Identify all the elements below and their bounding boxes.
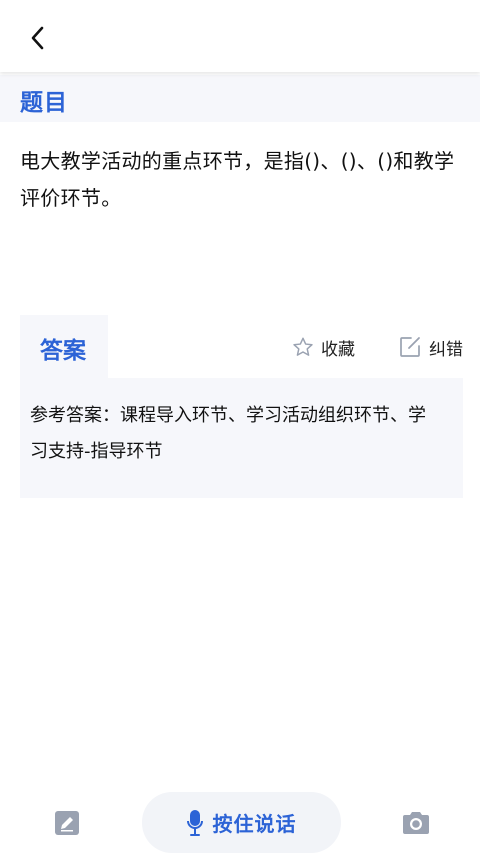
answer-tab[interactable]: 答案 [20, 315, 108, 379]
press-to-talk-button[interactable]: 按住说话 [142, 792, 341, 853]
top-bar [0, 0, 480, 72]
microphone-icon [186, 809, 203, 836]
back-button[interactable] [22, 22, 54, 54]
answer-tab-label: 答案 [40, 338, 86, 364]
correct-label: 纠错 [429, 339, 463, 360]
correct-error-button[interactable]: 纠错 [398, 333, 463, 361]
press-to-talk-label: 按住说话 [212, 812, 297, 836]
answer-box: 参考答案：课程导入环节、学习活动组织环节、学习支持-指导环节 [20, 378, 463, 498]
star-outline-icon [293, 337, 313, 356]
edit-square-icon [400, 337, 420, 357]
note-edit-button[interactable] [52, 808, 82, 838]
section-title: 题目 [20, 90, 68, 116]
chevron-left-icon [31, 26, 44, 50]
favorite-label: 收藏 [321, 339, 355, 360]
favorite-button[interactable]: 收藏 [292, 333, 355, 361]
note-edit-icon [55, 811, 79, 835]
camera-button[interactable] [401, 808, 431, 838]
question-section-header: 题目 [0, 75, 480, 122]
camera-icon [403, 812, 429, 834]
answer-text: 参考答案：课程导入环节、学习活动组织环节、学习支持-指导环节 [30, 405, 426, 462]
question-text: 电大教学活动的重点环节，是指()、()、()和教学评价环节。 [20, 149, 455, 210]
